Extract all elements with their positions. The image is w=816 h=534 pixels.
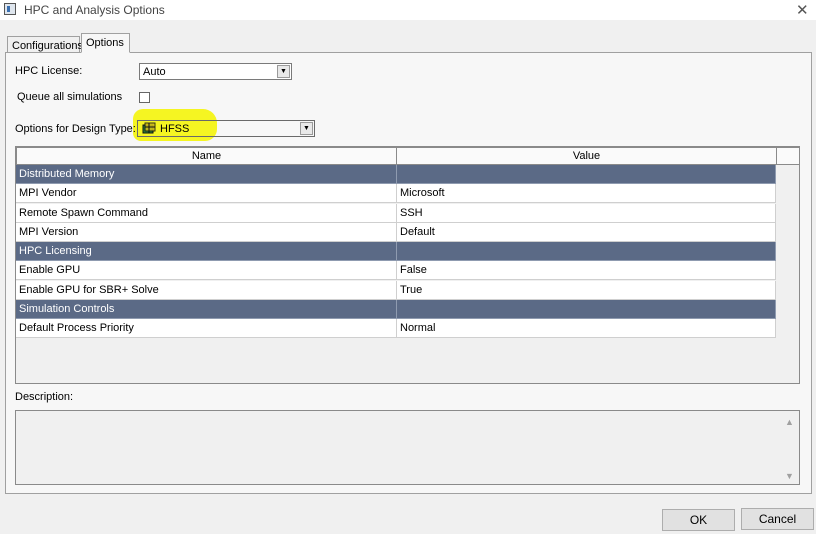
hpc-license-label: HPC License: (15, 65, 83, 77)
grid-cell-name: Enable GPU for SBR+ Solve (16, 280, 397, 300)
description-label: Description: (15, 391, 74, 403)
grid-cell-name: Default Process Priority (16, 319, 397, 338)
grid-cell-value[interactable]: SSH (397, 203, 776, 223)
grid-cell-value (397, 242, 776, 261)
grid-cell-name: Distributed Memory (16, 165, 397, 184)
design-type-label: Options for Design Type: (15, 123, 136, 135)
queue-all-checkbox[interactable] (139, 92, 150, 103)
table-row[interactable]: Enable GPU False (16, 261, 776, 281)
hpc-license-value: Auto (143, 66, 166, 78)
column-header-value[interactable]: Value (396, 147, 777, 165)
grid-cell-name: Remote Spawn Command (16, 203, 397, 223)
grid-cell-name: Simulation Controls (16, 299, 397, 319)
close-icon[interactable]: ✕ (796, 1, 809, 19)
app-window-icon (4, 3, 16, 15)
grid-cell-value[interactable]: Microsoft (397, 184, 776, 204)
table-row[interactable]: Remote Spawn Command SSH (16, 203, 776, 223)
tab-configurations-label: Configurations (12, 40, 83, 52)
tab-options[interactable]: Options (81, 33, 130, 53)
column-header-spacer (776, 147, 800, 165)
hpc-license-select[interactable]: Auto ▼ (139, 63, 292, 80)
grid-cell-value[interactable]: Normal (397, 319, 776, 338)
grid-cell-value (397, 165, 776, 184)
table-row[interactable]: Default Process Priority Normal (16, 319, 776, 338)
property-grid: Name Value Distributed Memory MPI Vendor M… (15, 146, 800, 384)
grid-cell-name: Enable GPU (16, 261, 397, 281)
ok-button[interactable]: OK (662, 509, 735, 531)
tab-options-label: Options (86, 37, 124, 49)
table-row[interactable]: Enable GPU for SBR+ Solve True (16, 280, 776, 300)
grid-cell-value[interactable]: False (397, 261, 776, 281)
description-box: ▲ ▼ (15, 410, 800, 485)
grid-cell-name: MPI Version (16, 222, 397, 242)
window-title: HPC and Analysis Options (24, 3, 165, 17)
grid-section-row[interactable]: HPC Licensing (16, 242, 776, 261)
grid-section-row[interactable]: Distributed Memory (16, 165, 776, 184)
grid-cell-name: HPC Licensing (16, 242, 397, 261)
queue-all-label: Queue all simulations (17, 91, 123, 103)
description-scrollbar[interactable]: ▲ ▼ (782, 413, 797, 482)
table-row[interactable]: MPI Version Default (16, 222, 776, 242)
grid-cell-name: MPI Vendor (16, 184, 397, 204)
grid-cell-value (397, 299, 776, 319)
scroll-down-icon[interactable]: ▼ (782, 471, 797, 481)
column-header-name[interactable]: Name (16, 147, 397, 165)
design-type-select[interactable]: HFSS ▼ (137, 120, 315, 137)
scroll-up-icon[interactable]: ▲ (782, 417, 797, 427)
cancel-button[interactable]: Cancel (741, 508, 814, 530)
title-bar: HPC and Analysis Options ✕ (0, 0, 816, 20)
grid-cell-value[interactable]: True (397, 280, 776, 300)
table-row[interactable]: MPI Vendor Microsoft (16, 184, 776, 204)
hfss-icon (142, 122, 156, 134)
chevron-down-icon[interactable]: ▼ (277, 65, 290, 78)
grid-cell-value[interactable]: Default (397, 222, 776, 242)
design-type-value: HFSS (160, 123, 190, 135)
grid-section-row[interactable]: Simulation Controls (16, 299, 776, 319)
chevron-down-icon[interactable]: ▼ (300, 122, 313, 135)
